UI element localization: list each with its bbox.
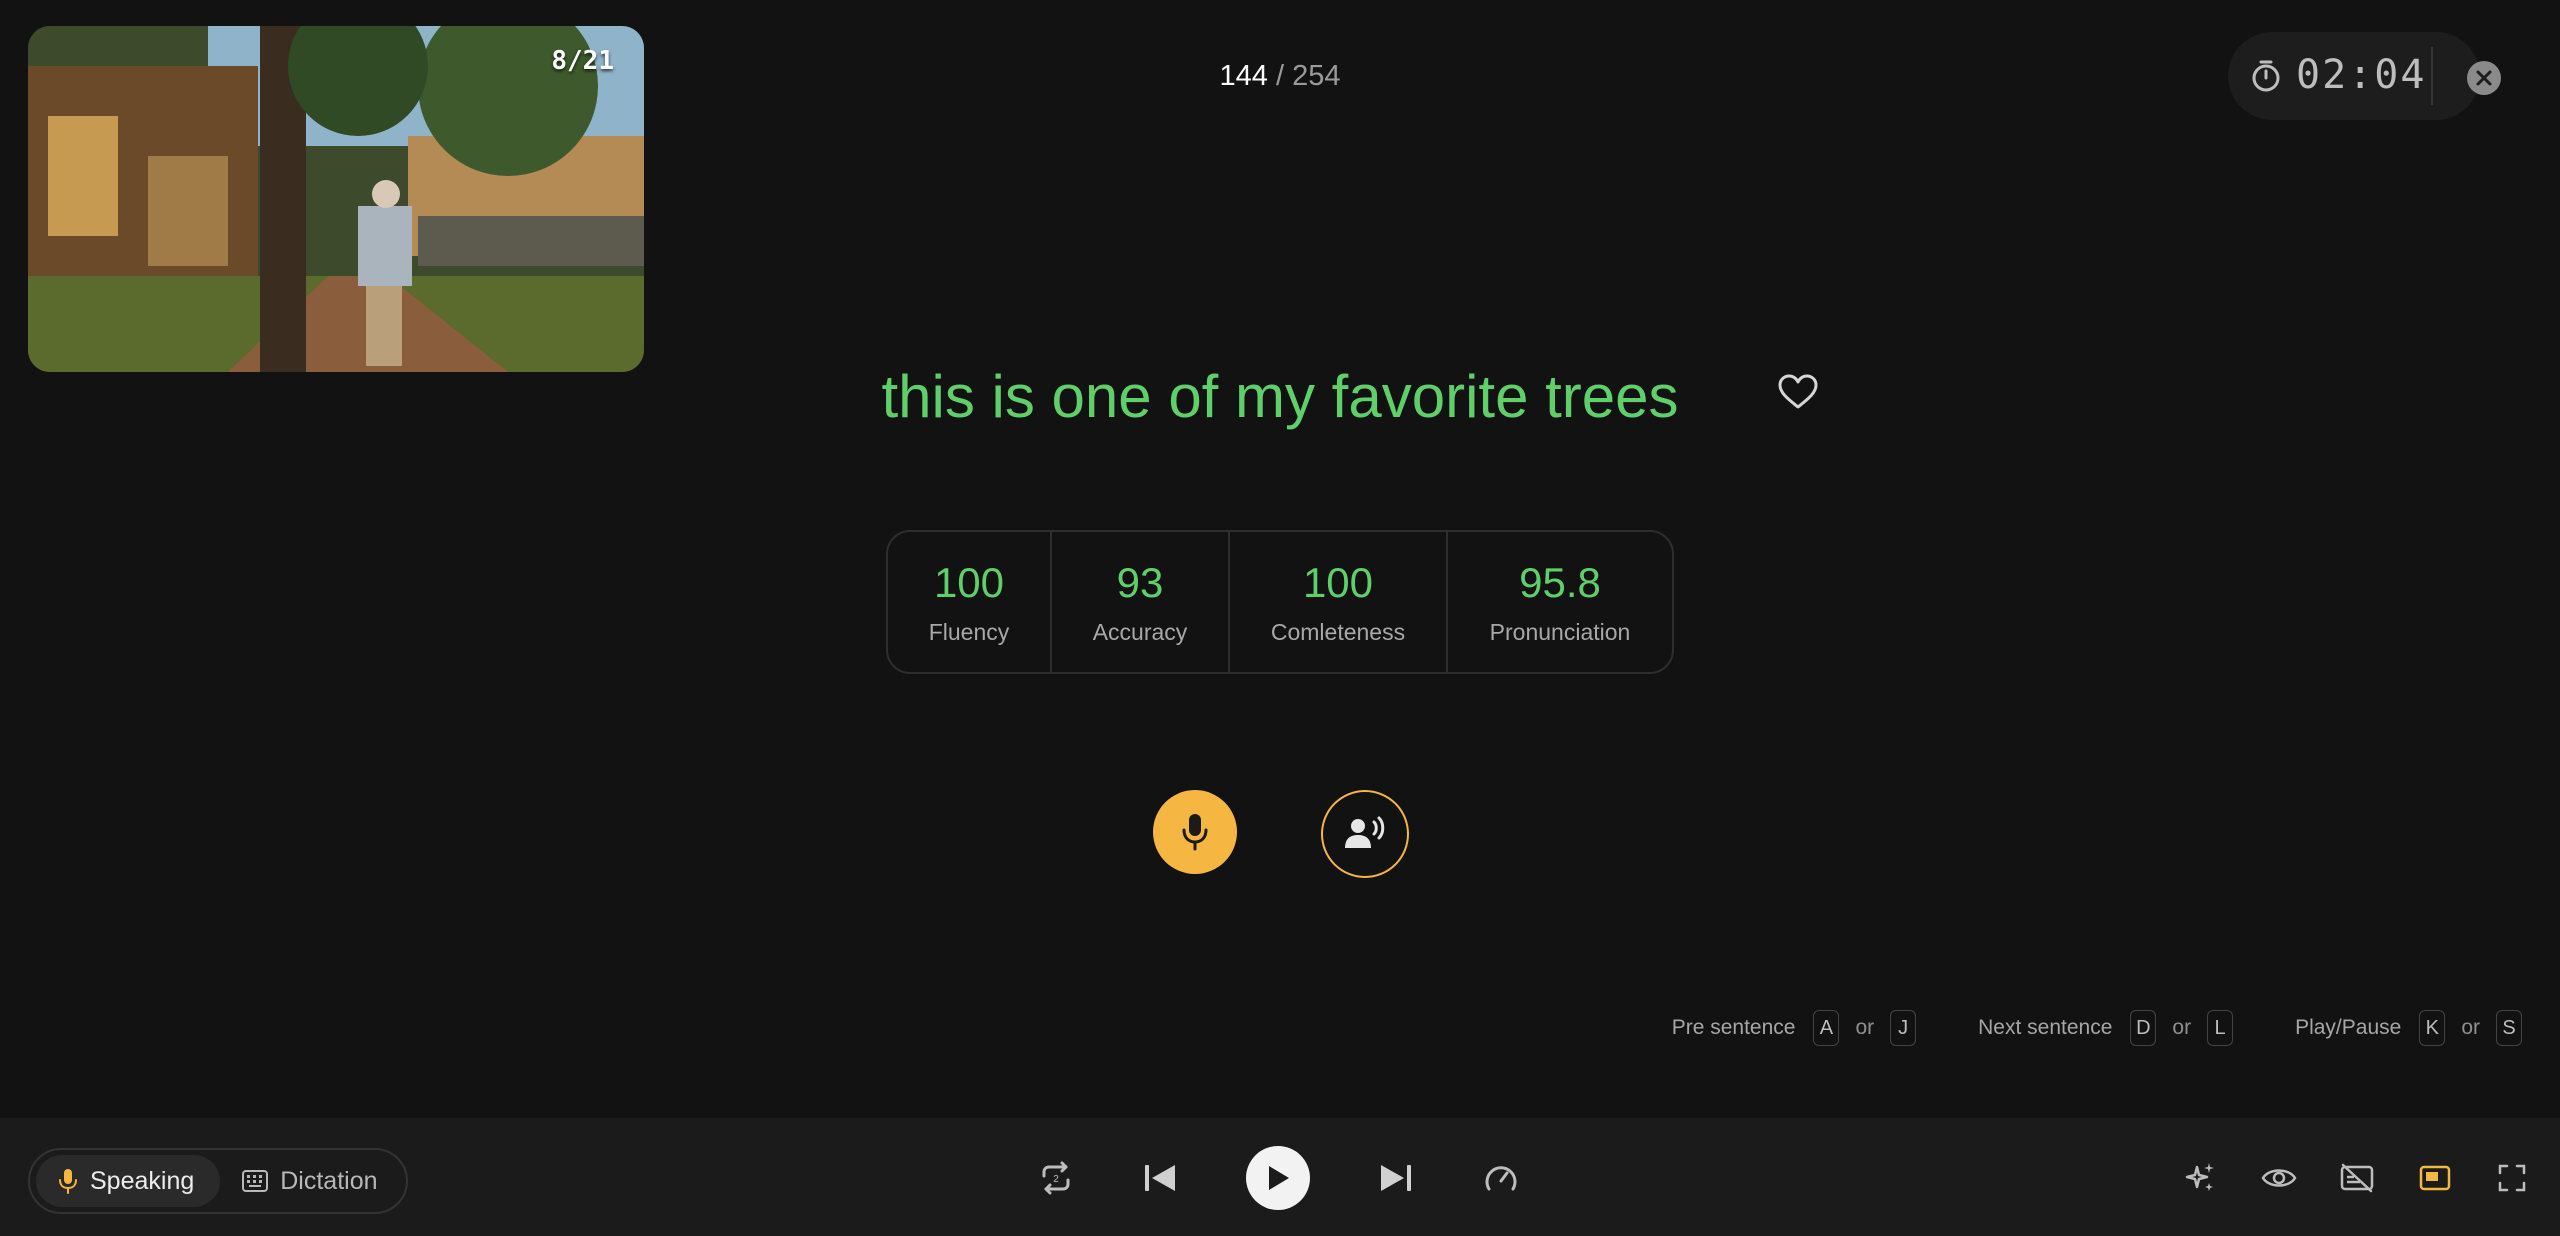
fullscreen-button[interactable] [2494, 1160, 2530, 1196]
keyboard-icon [242, 1170, 269, 1192]
progress-separator: / [1275, 60, 1285, 92]
progress-total: 254 [1292, 60, 1341, 92]
shortcut-key: D [2130, 1010, 2157, 1046]
score-label: Fluency [928, 618, 1010, 645]
shortcut-or: or [2172, 1016, 2192, 1039]
speedometer-icon [1485, 1166, 1517, 1191]
shortcut-play-pause: Play/Pause K or S [2295, 1010, 2526, 1046]
svg-text:2: 2 [1053, 1174, 1059, 1185]
close-icon [2476, 70, 2492, 86]
shortcut-label: Play/Pause [2295, 1016, 2402, 1039]
sparkles-icon [2185, 1163, 2214, 1191]
play-button[interactable] [1246, 1146, 1310, 1210]
shortcut-key: L [2207, 1010, 2234, 1046]
mode-switch: Speaking Dictation [28, 1148, 408, 1214]
timer: 02:04 [2228, 32, 2480, 120]
score-value: 93 [1116, 558, 1164, 606]
keyboard-shortcuts: Pre sentence A or J Next sentence D or L… [1614, 1010, 2526, 1046]
repeat-icon: 2 [1042, 1161, 1070, 1195]
progress-current: 144 [1219, 60, 1268, 92]
fullscreen-icon [2498, 1164, 2526, 1192]
previous-button[interactable] [1142, 1160, 1178, 1196]
skip-previous-icon [1145, 1165, 1175, 1191]
score-value: 100 [933, 558, 1005, 606]
shortcut-or: or [1855, 1016, 1875, 1039]
shortcut-key: A [1813, 1010, 1840, 1046]
subtitles-off-icon [2340, 1163, 2374, 1193]
shortcut-next-sentence: Next sentence D or L [1978, 1010, 2237, 1046]
play-recording-button[interactable] [1321, 790, 1409, 878]
score-label: Accuracy [1092, 618, 1188, 645]
speed-button[interactable] [1482, 1160, 1520, 1198]
score-value: 100 [1302, 558, 1374, 606]
shortcut-or: or [2461, 1016, 2480, 1039]
shortcut-label: Next sentence [1978, 1016, 2113, 1039]
shortcut-key: S [2496, 1010, 2522, 1046]
mode-speaking-tab[interactable]: Speaking [36, 1155, 221, 1207]
shortcut-key: K [2419, 1010, 2446, 1046]
mode-speaking-label: Speaking [90, 1166, 195, 1195]
ai-assist-button[interactable] [2182, 1160, 2218, 1196]
score-value: 95.8 [1519, 558, 1601, 606]
picture-in-picture-icon [2419, 1165, 2451, 1191]
timer-value: 02:04 [2296, 52, 2427, 98]
subtitles-off-toggle[interactable] [2338, 1160, 2376, 1196]
next-button[interactable] [1378, 1160, 1414, 1196]
picture-in-picture-toggle[interactable] [2416, 1160, 2454, 1196]
score-completeness: 100 Comleteness [1230, 532, 1448, 672]
close-button[interactable] [2467, 61, 2501, 95]
repeat-button[interactable]: 2 [1036, 1158, 1076, 1198]
score-accuracy: 93 Accuracy [1052, 532, 1230, 672]
microphone-icon [59, 1169, 77, 1194]
score-label: Pronunciation [1489, 618, 1631, 645]
record-button[interactable] [1153, 790, 1237, 874]
microphone-icon [1182, 814, 1208, 851]
timer-divider [2431, 47, 2433, 105]
score-fluency: 100 Fluency [888, 532, 1052, 672]
play-icon [1269, 1166, 1289, 1190]
eye-icon [2261, 1169, 2297, 1187]
show-text-toggle[interactable] [2260, 1160, 2298, 1196]
score-label: Comleteness [1270, 618, 1406, 645]
mode-dictation-label: Dictation [280, 1166, 378, 1195]
shortcut-key: J [1890, 1010, 1917, 1046]
shortcut-label: Pre sentence [1671, 1016, 1796, 1039]
bottom-toolbar: Speaking Dictation 2 [0, 1118, 2560, 1236]
pronunciation-scores: 100 Fluency 93 Accuracy 100 Comleteness … [886, 530, 1674, 674]
skip-next-icon [1381, 1165, 1411, 1191]
stopwatch-icon [2252, 60, 2280, 92]
score-pronunciation: 95.8 Pronunciation [1448, 532, 1672, 672]
sentence-text: this is one of my favorite trees [881, 363, 1679, 430]
sentence-progress: 144 / 254 [0, 60, 2560, 93]
speaker-voice-icon [1345, 816, 1385, 848]
shortcut-previous-sentence: Pre sentence A or J [1672, 1010, 1920, 1046]
favorite-heart-icon[interactable] [1778, 374, 1818, 410]
mode-dictation-tab[interactable]: Dictation [220, 1155, 403, 1207]
